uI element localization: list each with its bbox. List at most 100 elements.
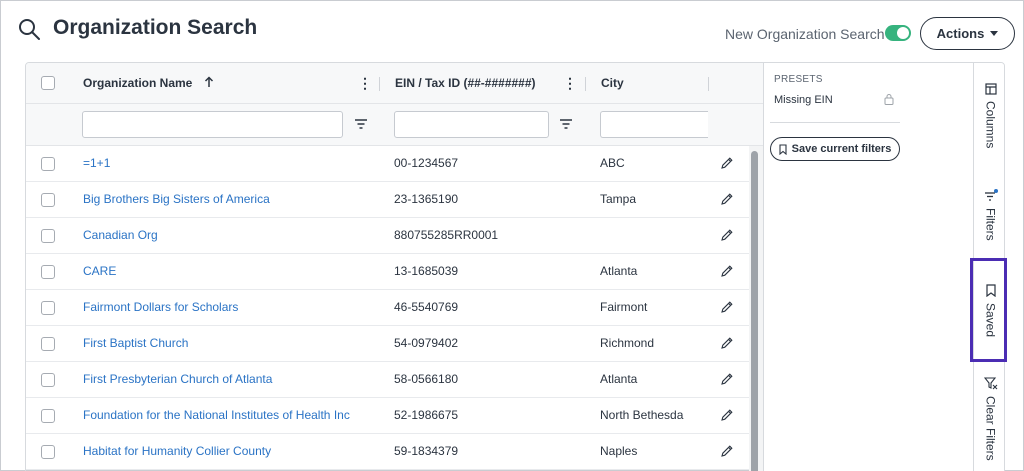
panel-divider <box>770 122 900 123</box>
row-checkbox[interactable] <box>41 337 55 351</box>
city-cell: Atlanta <box>600 264 638 278</box>
filter-icon <box>984 189 998 201</box>
ein-cell: 00-1234567 <box>394 156 459 170</box>
filter-lines-icon[interactable] <box>559 118 573 130</box>
data-grid: Organization Name ⋮ EIN / Tax ID (##-###… <box>25 62 1005 471</box>
row-checkbox[interactable] <box>41 373 55 387</box>
new-search-toggle[interactable] <box>885 25 911 41</box>
ein-cell: 54-0979402 <box>394 336 459 350</box>
pencil-icon[interactable] <box>720 408 734 422</box>
column-separator <box>585 77 586 91</box>
table-row[interactable]: =1+1 00-1234567 ABC <box>26 146 749 182</box>
pencil-icon[interactable] <box>720 372 734 386</box>
row-checkbox[interactable] <box>41 301 55 315</box>
filter-lines-icon[interactable] <box>354 118 368 130</box>
row-checkbox[interactable] <box>41 193 55 207</box>
organization-name-link[interactable]: CARE <box>83 264 116 278</box>
new-search-toggle-label: New Organization Search <box>725 26 885 42</box>
sidebar-tab-label: Filters <box>983 208 998 241</box>
table-row[interactable]: Habitat for Humanity Collier County 59-18… <box>26 434 749 470</box>
pencil-icon[interactable] <box>720 336 734 350</box>
presets-heading: PRESETS <box>774 74 823 85</box>
grid-body: Organization Name ⋮ EIN / Tax ID (##-###… <box>26 63 763 471</box>
ein-filter-input[interactable] <box>394 111 549 138</box>
toggle-knob <box>897 27 909 39</box>
actions-button-label: Actions <box>936 26 985 41</box>
city-filter-input[interactable] <box>600 111 708 138</box>
sort-ascending-icon <box>204 76 213 87</box>
row-checkbox[interactable] <box>41 409 55 423</box>
ein-cell: 59-1834379 <box>394 444 459 458</box>
row-checkbox[interactable] <box>41 229 55 243</box>
table-row[interactable]: First Presbyterian Church of Atlanta 58-0… <box>26 362 749 398</box>
organization-name-link[interactable]: Habitat for Humanity Collier County <box>83 444 271 458</box>
lock-icon <box>884 94 894 105</box>
ein-cell: 52-1986675 <box>394 408 459 422</box>
pencil-icon[interactable] <box>720 156 734 170</box>
sidebar-tab-label: Columns <box>983 101 998 149</box>
select-all-checkbox[interactable] <box>41 76 55 90</box>
column-header-city[interactable]: City <box>601 76 624 90</box>
ein-cell: 13-1685039 <box>394 264 459 278</box>
column-menu-icon[interactable]: ⋮ <box>563 76 577 90</box>
city-cell: Tampa <box>600 192 637 206</box>
caret-down-icon <box>990 31 999 36</box>
table-row[interactable]: Big Brothers Big Sisters of America 23-13… <box>26 182 749 218</box>
column-header-label: Organization Name <box>83 76 193 90</box>
organization-name-link[interactable]: Canadian Org <box>83 228 158 242</box>
sidebar-tab-filters[interactable]: Filters <box>974 189 1004 241</box>
column-header-organization-name[interactable]: Organization Name <box>83 76 214 90</box>
clear-filter-icon <box>983 377 997 390</box>
column-header-ein[interactable]: EIN / Tax ID (##-#######) <box>395 76 536 90</box>
ein-cell: 58-0566180 <box>394 372 459 386</box>
grid-header-row: Organization Name ⋮ EIN / Tax ID (##-###… <box>26 63 763 104</box>
table-row[interactable]: First Baptist Church 54-0979402 Richmond <box>26 326 749 362</box>
saved-presets-panel: PRESETS Missing EIN Save current filters <box>763 63 973 471</box>
grid-filter-row <box>26 104 763 146</box>
table-row[interactable]: CARE 13-1685039 Atlanta <box>26 254 749 290</box>
vertical-scrollbar[interactable] <box>751 151 758 471</box>
preset-item-missing-ein[interactable]: Missing EIN <box>774 94 833 106</box>
bookmark-icon <box>779 143 787 155</box>
save-current-filters-button[interactable]: Save current filters <box>770 137 900 161</box>
column-separator <box>379 77 380 91</box>
city-cell: Fairmont <box>600 300 648 314</box>
organization-name-link[interactable]: Fairmont Dollars for Scholars <box>83 300 238 314</box>
city-cell: Naples <box>600 444 638 458</box>
column-separator <box>708 77 709 91</box>
pencil-icon[interactable] <box>720 444 734 458</box>
ein-cell: 46-5540769 <box>394 300 459 314</box>
row-checkbox[interactable] <box>41 157 55 171</box>
columns-icon <box>984 83 997 95</box>
column-menu-icon[interactable]: ⋮ <box>358 76 372 90</box>
organization-name-link[interactable]: Foundation for the National Institutes o… <box>83 408 350 422</box>
organization-name-link[interactable]: First Baptist Church <box>83 336 188 350</box>
save-current-filters-label: Save current filters <box>791 143 892 155</box>
pencil-icon[interactable] <box>720 192 734 206</box>
pencil-icon[interactable] <box>720 228 734 242</box>
search-icon <box>19 19 40 40</box>
organization-name-link[interactable]: First Presbyterian Church of Atlanta <box>83 372 272 386</box>
ein-cell: 23-1365190 <box>394 192 459 206</box>
sidebar-tab-clear-filters[interactable]: Clear Filters <box>974 377 1004 461</box>
sidebar-tab-label: Clear Filters <box>983 396 998 461</box>
sidebar-tab-columns[interactable]: Columns <box>974 83 1004 149</box>
pencil-icon[interactable] <box>720 300 734 314</box>
saved-tab-highlight <box>970 258 1007 362</box>
page-title: Organization Search <box>53 16 258 39</box>
row-checkbox[interactable] <box>41 265 55 279</box>
table-row[interactable]: Fairmont Dollars for Scholars 46-5540769 F… <box>26 290 749 326</box>
pencil-icon[interactable] <box>720 264 734 278</box>
city-cell: Atlanta <box>600 372 638 386</box>
actions-button[interactable]: Actions <box>920 17 1015 50</box>
organization-name-link[interactable]: =1+1 <box>83 156 110 170</box>
table-row[interactable]: Foundation for the National Institutes o… <box>26 398 749 434</box>
ein-cell: 880755285RR0001 <box>394 228 499 242</box>
row-checkbox[interactable] <box>41 445 55 459</box>
organization-name-link[interactable]: Big Brothers Big Sisters of America <box>83 192 270 206</box>
table-row[interactable]: Canadian Org 880755285RR0001 <box>26 218 749 254</box>
city-cell: North Bethesda <box>600 408 684 422</box>
city-cell: ABC <box>600 156 625 170</box>
organization-name-filter-input[interactable] <box>82 111 343 138</box>
city-cell: Richmond <box>600 336 655 350</box>
